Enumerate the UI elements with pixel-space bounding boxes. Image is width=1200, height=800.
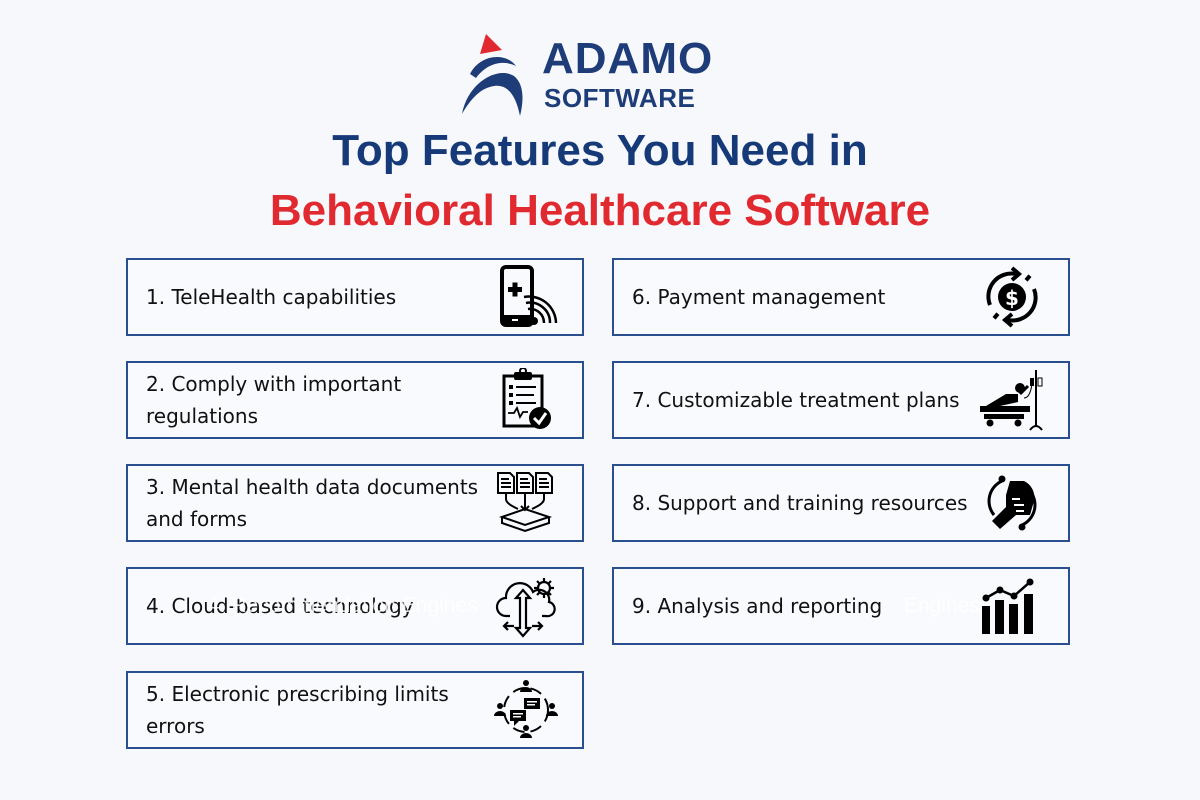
- brand-name: ADAMO: [542, 34, 714, 83]
- feature-label: 9. Analysis and reporting: [632, 594, 883, 618]
- feature-label: 3. Mental health data documents and form…: [146, 475, 479, 531]
- feature-card-payment: 6. Payment management $: [612, 258, 1070, 336]
- bar-chart-trend-icon: [982, 578, 1034, 634]
- page-subtitle: Behavioral Healthcare Software: [269, 186, 931, 235]
- payment-cycle-icon: $: [986, 266, 1038, 328]
- helping-hand-icon: [987, 475, 1037, 531]
- page-title: Top Features You Need in: [332, 126, 868, 175]
- feature-label: 7. Customizable treatment plans: [632, 388, 960, 412]
- documents-inbox-icon: [497, 472, 553, 533]
- feature-label: 6. Payment management: [632, 285, 886, 309]
- feature-card-prescribing: 5. Electronic prescribing limits errors: [126, 671, 584, 749]
- feature-label: 2. Comply with important regulations: [146, 372, 402, 428]
- logo-mark-icon: [462, 34, 523, 116]
- svg-text:$: $: [1005, 286, 1019, 310]
- feature-label: 1. TeleHealth capabilities: [146, 285, 397, 309]
- feature-card-compliance: 2. Comply with important regulations: [126, 361, 584, 439]
- clipboard-check-icon: [502, 368, 551, 429]
- feature-label: 5. Electronic prescribing limits errors: [146, 682, 449, 738]
- cloud-gear-icon: [495, 578, 556, 638]
- feature-card-cloud: 4. Cloud-based technology 4. Recommendat…: [126, 567, 584, 645]
- feature-card-analysis: 9. Analysis and reporting Engines: [612, 567, 1070, 645]
- hospital-bed-iv-icon: [980, 370, 1043, 431]
- team-communication-icon: [494, 680, 558, 738]
- feature-card-treatment: 7. Customizable treatment plans: [612, 361, 1070, 439]
- feature-label: 4. Cloud-based technology: [146, 594, 414, 618]
- brand-subname: SOFTWARE: [544, 83, 696, 113]
- feature-card-documents: 3. Mental health data documents and form…: [126, 464, 584, 542]
- telehealth-phone-icon: [500, 265, 558, 327]
- adamo-logo: ADAMO SOFTWARE: [458, 32, 748, 117]
- feature-label: 8. Support and training resources: [632, 491, 968, 515]
- feature-card-telehealth: 1. TeleHealth capabilities: [126, 258, 584, 336]
- feature-card-support: 8. Support and training resources: [612, 464, 1070, 542]
